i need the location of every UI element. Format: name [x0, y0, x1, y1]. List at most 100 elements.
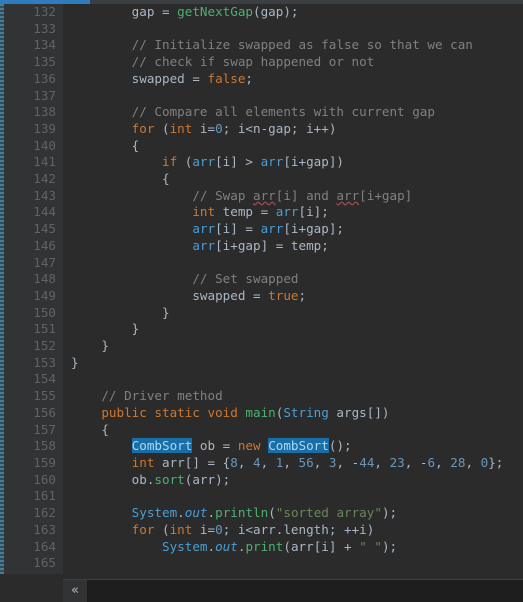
- code-line-row[interactable]: 164 System.out.print(arr[i] + " ");: [4, 538, 504, 556]
- code-line-text[interactable]: for (int i=0; i<n-gap; i++): [63, 120, 504, 138]
- line-number[interactable]: 135: [4, 54, 63, 71]
- line-number[interactable]: 134: [4, 37, 63, 55]
- line-number[interactable]: 159: [4, 454, 63, 472]
- code-line-text[interactable]: {: [63, 137, 504, 155]
- code-line-text[interactable]: // Set swapped: [63, 271, 504, 288]
- code-line-row[interactable]: 156 public static void main(String args[…: [4, 404, 504, 422]
- scrollbar-thumb-top[interactable]: [0, 0, 90, 4]
- code-line-text[interactable]: if (arr[i] > arr[i+gap]): [63, 154, 504, 172]
- line-number[interactable]: 158: [4, 438, 63, 455]
- line-number[interactable]: 147: [4, 254, 63, 272]
- code-line-text[interactable]: System.out.println("sorted array");: [63, 505, 504, 522]
- code-scroll-viewport[interactable]: 132 gap = getNextGap(gap); 133 134 // Ini…: [4, 4, 523, 574]
- code-line-row[interactable]: 141 if (arr[i] > arr[i+gap]): [4, 154, 504, 172]
- code-line-row[interactable]: 137: [4, 87, 504, 105]
- line-number[interactable]: 164: [4, 538, 63, 556]
- code-line-row[interactable]: 149 swapped = true;: [4, 287, 504, 305]
- code-line-row[interactable]: 155 // Driver method: [4, 388, 504, 405]
- code-line-row[interactable]: 159 int arr[] = {8, 4, 1, 56, 3, -44, 23…: [4, 454, 504, 472]
- code-line-text[interactable]: CombSort ob = new CombSort();: [63, 438, 504, 455]
- code-line-text[interactable]: // Driver method: [63, 388, 504, 405]
- code-line-row[interactable]: 160 ob.sort(arr);: [4, 471, 504, 489]
- code-line-row[interactable]: 151 }: [4, 321, 504, 339]
- code-line-text[interactable]: arr[i+gap] = temp;: [63, 237, 504, 255]
- code-line-text[interactable]: }: [63, 338, 504, 355]
- code-line-row[interactable]: 158 CombSort ob = new CombSort();: [4, 438, 504, 455]
- line-number[interactable]: 153: [4, 354, 63, 372]
- code-line-text[interactable]: {: [63, 171, 504, 188]
- code-line-text[interactable]: int arr[] = {8, 4, 1, 56, 3, -44, 23, -6…: [63, 454, 504, 472]
- code-line-text[interactable]: }: [63, 321, 504, 339]
- code-line-text[interactable]: // Swap arr[i] and arr[i+gap]: [63, 187, 504, 205]
- code-line-text[interactable]: [63, 371, 504, 389]
- code-line-row[interactable]: 146 arr[i+gap] = temp;: [4, 237, 504, 255]
- code-line-text[interactable]: [63, 555, 504, 572]
- line-number[interactable]: 154: [4, 371, 63, 389]
- line-number[interactable]: 149: [4, 287, 63, 305]
- line-number[interactable]: 146: [4, 237, 63, 255]
- line-number[interactable]: 137: [4, 87, 63, 105]
- code-line-row[interactable]: 143 // Swap arr[i] and arr[i+gap]: [4, 187, 504, 205]
- code-line-text[interactable]: public static void main(String args[]): [63, 404, 504, 422]
- line-number[interactable]: 143: [4, 187, 63, 205]
- code-line-text[interactable]: // check if swap happened or not: [63, 54, 504, 71]
- code-line-text[interactable]: }: [63, 354, 504, 372]
- code-line-row[interactable]: 165: [4, 555, 504, 572]
- line-number[interactable]: 144: [4, 204, 63, 222]
- code-line-text[interactable]: [63, 87, 504, 105]
- horizontal-scrollbar-top[interactable]: [0, 0, 523, 4]
- line-number[interactable]: 148: [4, 271, 63, 288]
- code-line-text[interactable]: swapped = true;: [63, 287, 504, 305]
- code-line-text[interactable]: // Compare all elements with current gap: [63, 104, 504, 121]
- line-number[interactable]: 160: [4, 471, 63, 489]
- code-line-row[interactable]: 144 int temp = arr[i];: [4, 204, 504, 222]
- code-line-row[interactable]: 138 // Compare all elements with current…: [4, 104, 504, 121]
- code-line-text[interactable]: for (int i=0; i<arr.length; ++i): [63, 521, 504, 539]
- code-line-row[interactable]: 140 {: [4, 137, 504, 155]
- code-line-row[interactable]: 163 for (int i=0; i<arr.length; ++i): [4, 521, 504, 539]
- code-line-row[interactable]: 134 // Initialize swapped as false so th…: [4, 37, 504, 55]
- chevron-left-icon[interactable]: «: [63, 580, 87, 602]
- line-number[interactable]: 163: [4, 521, 63, 539]
- code-line-row[interactable]: 150 }: [4, 304, 504, 322]
- line-number[interactable]: 151: [4, 321, 63, 339]
- vcs-change-marker[interactable]: [0, 4, 4, 602]
- line-number[interactable]: 133: [4, 20, 63, 38]
- line-number[interactable]: 162: [4, 505, 63, 522]
- code-line-row[interactable]: 132 gap = getNextGap(gap);: [4, 4, 504, 21]
- code-line-row[interactable]: 162 System.out.println("sorted array");: [4, 505, 504, 522]
- line-number[interactable]: 152: [4, 338, 63, 355]
- code-line-row[interactable]: 154: [4, 371, 504, 389]
- line-number[interactable]: 142: [4, 171, 63, 188]
- code-line-text[interactable]: System.out.print(arr[i] + " ");: [63, 538, 504, 556]
- code-line-row[interactable]: 139 for (int i=0; i<n-gap; i++): [4, 120, 504, 138]
- line-number[interactable]: 150: [4, 304, 63, 322]
- code-line-row[interactable]: 153}: [4, 354, 504, 372]
- vcs-marker-stripe[interactable]: [0, 4, 4, 602]
- line-number[interactable]: 136: [4, 70, 63, 88]
- code-line-text[interactable]: ob.sort(arr);: [63, 471, 504, 489]
- code-line-row[interactable]: 145 arr[i] = arr[i+gap];: [4, 221, 504, 238]
- code-line-text[interactable]: swapped = false;: [63, 70, 504, 88]
- code-line-row[interactable]: 161: [4, 488, 504, 506]
- code-line-text[interactable]: arr[i] = arr[i+gap];: [63, 221, 504, 238]
- line-number[interactable]: 138: [4, 104, 63, 121]
- code-line-row[interactable]: 142 {: [4, 171, 504, 188]
- code-line-row[interactable]: 147: [4, 254, 504, 272]
- line-number[interactable]: 140: [4, 137, 63, 155]
- line-number[interactable]: 155: [4, 388, 63, 405]
- code-line-text[interactable]: [63, 20, 504, 38]
- code-line-text[interactable]: // Initialize swapped as false so that w…: [63, 37, 504, 55]
- line-number[interactable]: 145: [4, 221, 63, 238]
- code-line-row[interactable]: 148 // Set swapped: [4, 271, 504, 288]
- horizontal-scrollbar-bottom[interactable]: [63, 579, 523, 602]
- line-number[interactable]: 132: [4, 4, 63, 21]
- code-line-row[interactable]: 133: [4, 20, 504, 38]
- line-number[interactable]: 161: [4, 488, 63, 506]
- line-number[interactable]: 139: [4, 120, 63, 138]
- code-line-text[interactable]: int temp = arr[i];: [63, 204, 504, 222]
- line-number[interactable]: 141: [4, 154, 63, 172]
- line-number[interactable]: 157: [4, 421, 63, 439]
- code-line-row[interactable]: 136 swapped = false;: [4, 70, 504, 88]
- code-line-row[interactable]: 152 }: [4, 338, 504, 355]
